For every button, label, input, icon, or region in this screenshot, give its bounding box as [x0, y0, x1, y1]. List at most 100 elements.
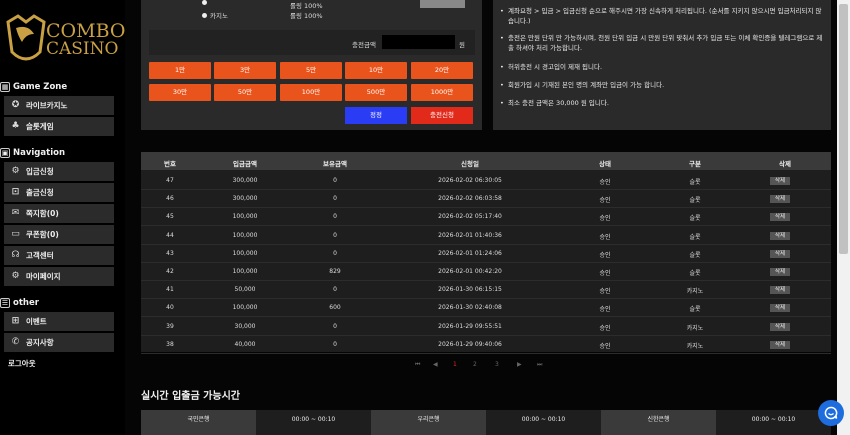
- delete-button[interactable]: 삭제: [770, 286, 790, 295]
- row-divider: [141, 316, 831, 318]
- delete-button[interactable]: 삭제: [770, 177, 790, 185]
- table-cell: 40: [166, 304, 174, 312]
- mail-icon: ✉: [11, 208, 20, 218]
- sidebar-item-label: 출금신청: [26, 188, 54, 197]
- chat-button[interactable]: [818, 400, 844, 426]
- table-cell: 승인: [599, 288, 611, 296]
- row-divider: [141, 334, 831, 336]
- row-divider: [141, 225, 831, 227]
- delete-button[interactable]: 삭제: [770, 322, 790, 331]
- table-cell: 2026-02-01 01:40:36: [438, 231, 502, 239]
- table-header-cell: 신청일: [461, 160, 479, 168]
- nav-icon: ▣: [0, 148, 10, 158]
- logout-link[interactable]: 로그아웃: [8, 358, 36, 369]
- menu-icon: ☰: [0, 298, 10, 308]
- sidebar-item-messages[interactable]: ✉ 쪽지함(0): [4, 204, 114, 223]
- sidebar-item-slot[interactable]: ♣ 슬롯게임: [4, 117, 114, 136]
- sidebar-item-deposit[interactable]: ⚙ 입금신청: [4, 162, 114, 181]
- pager-item[interactable]: ⏭: [537, 361, 542, 369]
- radio-slot-partial[interactable]: [202, 0, 207, 5]
- grid-icon: ▦: [0, 82, 10, 92]
- amount-button[interactable]: 20만: [411, 62, 473, 79]
- delete-button[interactable]: 삭제: [770, 195, 790, 204]
- table-cell: 승인: [599, 179, 611, 186]
- account-request-button[interactable]: [420, 0, 465, 8]
- scrollbar-thumb[interactable]: [839, 4, 848, 254]
- pager-item[interactable]: ⏮: [415, 361, 420, 369]
- reset-button[interactable]: 정정: [345, 107, 407, 124]
- amount-input[interactable]: [382, 35, 455, 49]
- sidebar-item-mypage[interactable]: ⚙ 마이페이지: [4, 267, 114, 286]
- pager-item[interactable]: 3: [495, 361, 499, 368]
- delete-button[interactable]: 삭제: [770, 340, 790, 349]
- pager-item[interactable]: 2: [473, 361, 477, 368]
- table-cell: 50,000: [234, 286, 256, 294]
- sidebar-item-notice[interactable]: ✆ 공지사항: [4, 333, 114, 352]
- section-title: Game Zone: [13, 82, 68, 92]
- sidebar-item-support[interactable]: ☊ 고객센터: [4, 246, 114, 265]
- sidebar-item-label: 라이브카지노: [26, 101, 68, 110]
- table-cell: 슬롯: [689, 270, 701, 277]
- radio-label: 카지노: [210, 12, 228, 20]
- row-divider: [141, 352, 831, 354]
- amount-button[interactable]: 10만: [345, 62, 407, 79]
- notice-text: 회원가입 시 기재된 본인 명의 계좌만 입금이 가능 합니다.: [508, 81, 665, 89]
- table-header-cell: 입금금액: [233, 160, 257, 168]
- notice-text: 충전은 만원 단위 만 가능하시며, 천원 단위 입금 시 만원 단위 맞춰서 …: [508, 34, 823, 52]
- notice-item: • 계좌요청 > 입금 > 입금신청 순으로 해주시면 가장 신속하게 처리됩니다…: [500, 6, 826, 26]
- sidebar-item-event[interactable]: ⊞ 이벤트: [4, 312, 114, 331]
- table-cell: 0: [333, 340, 337, 348]
- delete-button[interactable]: 삭제: [770, 231, 790, 240]
- table-cell: 42: [166, 268, 174, 275]
- table-cell: 44: [166, 231, 174, 239]
- apply-deposit-button[interactable]: 충전신청: [411, 107, 473, 124]
- chat-bubble-icon: [824, 406, 838, 420]
- amount-button[interactable]: 5만: [280, 62, 342, 79]
- table-cell: 슬롯: [689, 197, 701, 205]
- table-cell: 100,000: [232, 213, 258, 221]
- table-cell: 2026-01-30 02:40:08: [438, 304, 502, 312]
- delete-button[interactable]: 삭제: [770, 304, 790, 313]
- table-cell: 0: [333, 286, 337, 294]
- row-divider: [141, 298, 831, 300]
- amount-button[interactable]: 500만: [345, 84, 407, 101]
- sidebar-item-withdraw[interactable]: ⊡ 출금신청: [4, 183, 114, 202]
- sidebar-item-live-casino[interactable]: ✪ 라이브카지노: [4, 96, 114, 115]
- row-divider: [141, 189, 831, 190]
- table-cell: 38: [166, 340, 174, 348]
- notice-item: • 충전은 만원 단위 만 가능하시며, 천원 단위 입금 시 만원 단위 맞춰서…: [500, 33, 826, 53]
- slot-icon: ♣: [11, 121, 20, 131]
- amount-label: 충전금액: [352, 41, 376, 49]
- amount-button[interactable]: 50만: [214, 84, 276, 101]
- table-header-cell: 구분: [689, 160, 701, 168]
- notice-item: • 허위충전 시 경고입이 제재 됩니다.: [500, 62, 826, 72]
- delete-button[interactable]: 삭제: [770, 249, 790, 258]
- amount-unit: 원: [459, 41, 465, 49]
- table-cell: 45: [166, 213, 174, 221]
- table-cell: 승인: [599, 233, 611, 241]
- sidebar-item-coupons[interactable]: ▭ 쿠폰함(0): [4, 225, 114, 244]
- amount-button[interactable]: 100만: [280, 84, 342, 101]
- bank-hours: 00:00 ~ 00:10: [751, 416, 796, 423]
- pager-item[interactable]: 1: [453, 361, 457, 368]
- table-cell: 슬롯: [689, 233, 701, 241]
- bullet-icon: •: [500, 81, 504, 89]
- amount-button[interactable]: 30만: [149, 84, 211, 101]
- pager-item[interactable]: ▶: [517, 361, 522, 368]
- sidebar-item-label: 쿠폰함(0): [26, 230, 59, 239]
- amount-button[interactable]: 1만: [149, 62, 211, 79]
- rolling-text-2: 롤링 100%: [290, 10, 323, 20]
- sidebar-item-label: 고객센터: [26, 251, 54, 260]
- amount-button[interactable]: 3만: [214, 62, 276, 79]
- amount-button[interactable]: 1000만: [411, 84, 473, 101]
- delete-button[interactable]: 삭제: [770, 213, 790, 222]
- table-cell: 승인: [599, 324, 611, 332]
- pager-item[interactable]: ◀: [433, 361, 438, 368]
- table-cell: 카지노: [686, 288, 704, 296]
- radio-casino[interactable]: 카지노: [202, 10, 228, 20]
- delete-button[interactable]: 삭제: [770, 268, 790, 276]
- table-cell: 46: [166, 195, 174, 203]
- table-cell: 승인: [599, 342, 611, 350]
- row-divider: [141, 280, 831, 281]
- table-cell: 0: [333, 322, 337, 330]
